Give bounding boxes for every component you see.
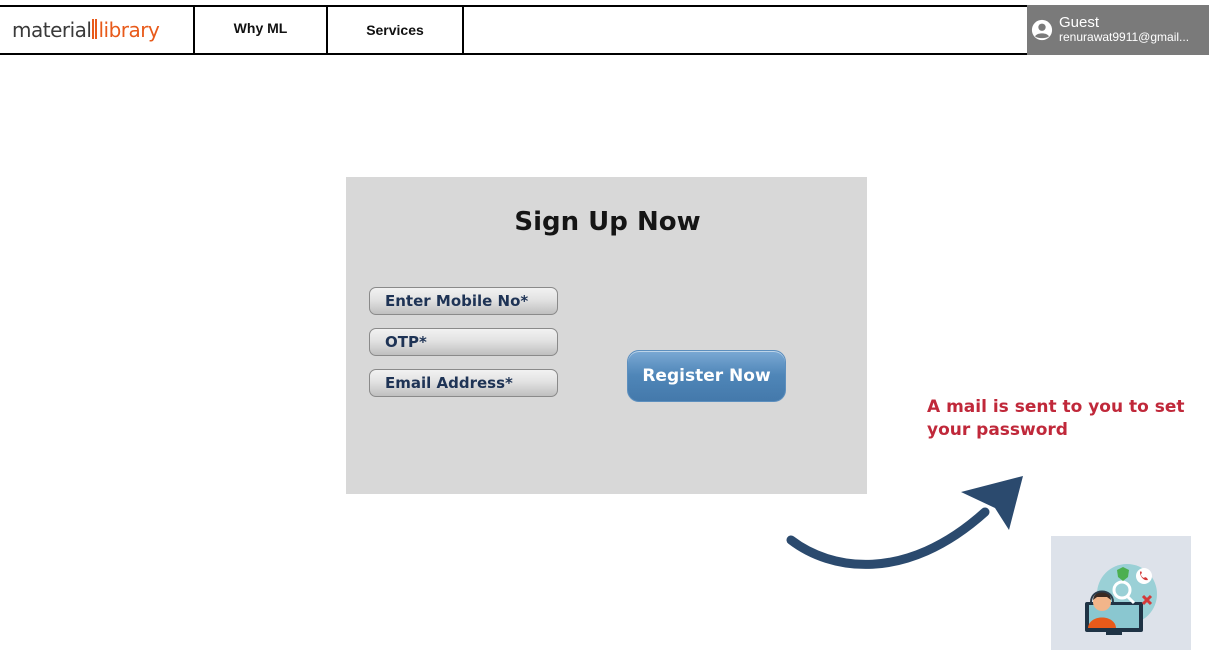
customer-support-icon (1085, 564, 1157, 635)
signup-title: Sign Up Now (514, 207, 701, 237)
register-now-button[interactable]: Register Now (627, 350, 786, 402)
logo-text-material: material (12, 18, 92, 42)
user-info: Guest renurawat9911@gmail... (1059, 14, 1190, 44)
logo[interactable]: material library (0, 7, 195, 53)
user-email: renurawat9911@gmail... (1059, 30, 1190, 44)
mail-sent-note: A mail is sent to you to set your passwo… (927, 397, 1185, 440)
email-address-field[interactable]: Email Address* (369, 369, 558, 397)
nav-services[interactable]: Services (328, 7, 464, 53)
logo-text-library: library (98, 18, 160, 42)
nav-why-ml[interactable]: Why ML (195, 7, 328, 53)
user-name: Guest (1059, 14, 1100, 31)
otp-field[interactable]: OTP* (369, 328, 558, 356)
mobile-number-field[interactable]: Enter Mobile No* (369, 287, 558, 315)
support-widget[interactable] (1051, 536, 1191, 650)
logo-bars-icon (92, 19, 98, 39)
user-account-box[interactable]: Guest renurawat9911@gmail... (1027, 5, 1209, 55)
top-navbar: material library Why ML Services Guest re… (0, 5, 1209, 55)
signup-card: Sign Up Now Enter Mobile No* OTP* Email … (346, 177, 867, 494)
user-circle-icon (1031, 19, 1053, 41)
curved-arrow-icon (786, 476, 1023, 569)
